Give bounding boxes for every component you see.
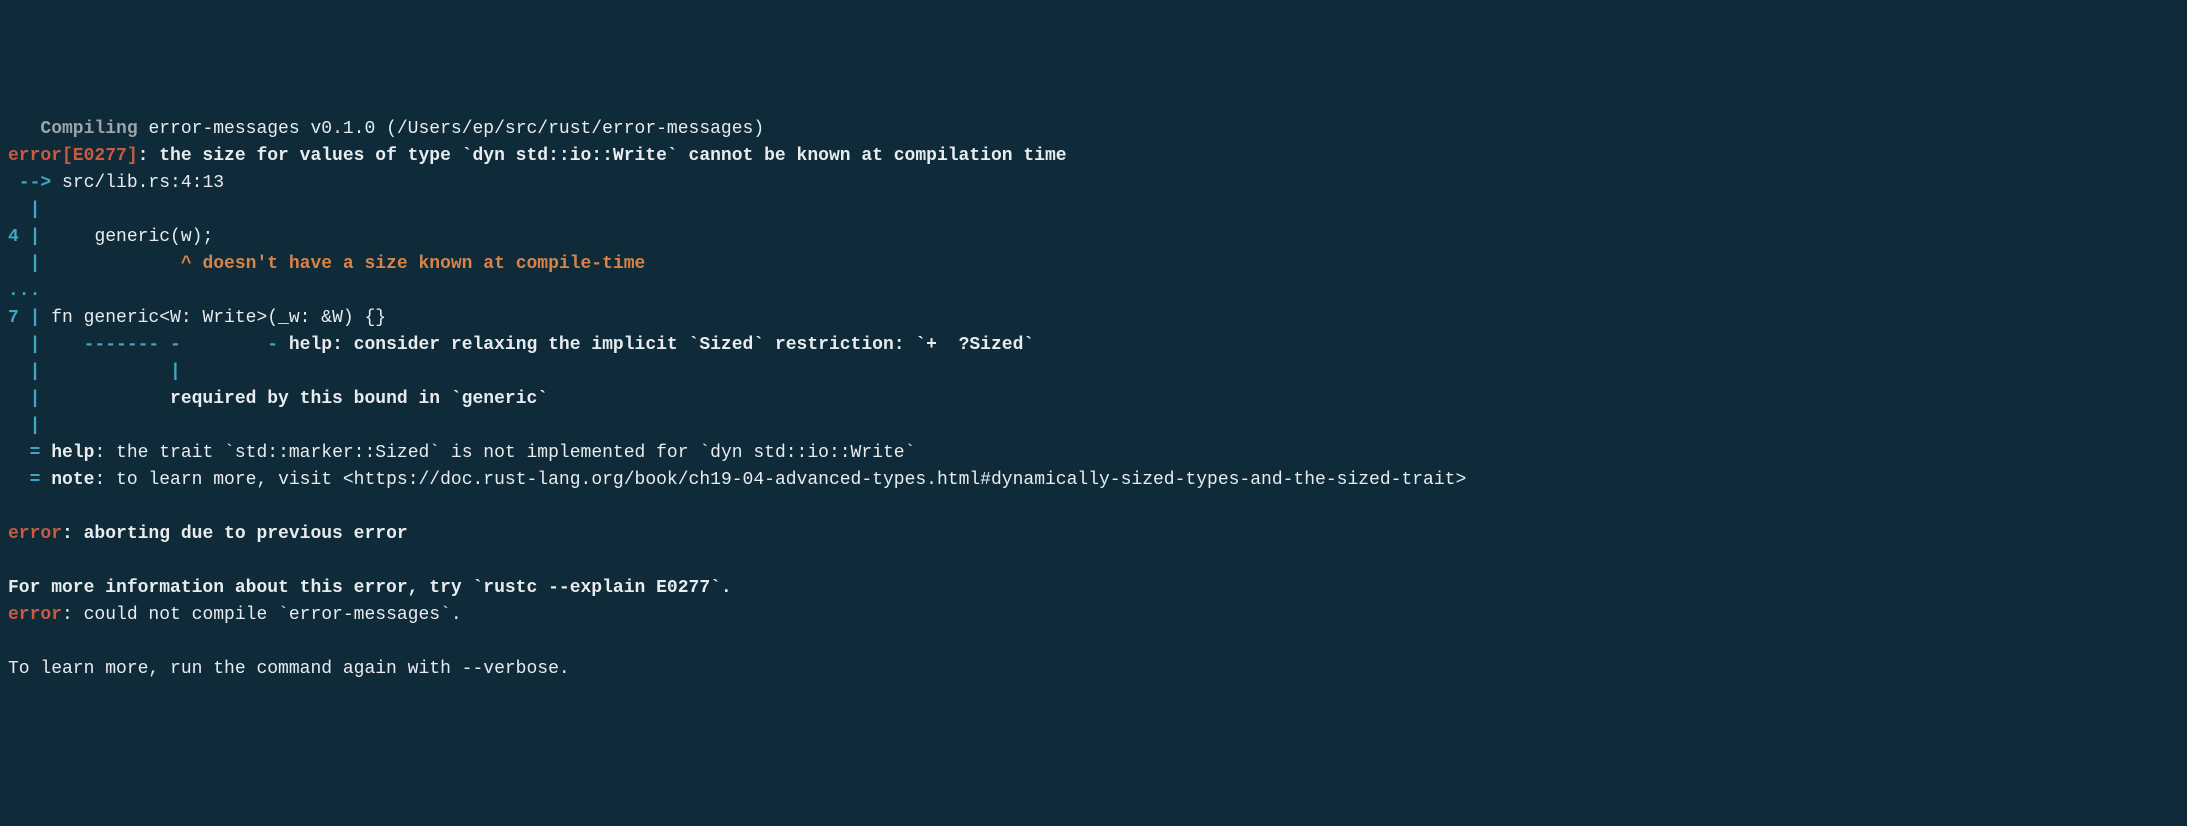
compile-fail-line: error: could not compile `error-messages… <box>8 605 462 625</box>
learn-more-line: To learn more, run the command again wit… <box>8 659 570 679</box>
gutter-pipe: | <box>8 200 40 220</box>
compiling-package: error-messages v0.1.0 (/Users/ep/src/rus… <box>148 119 764 139</box>
code-line-4: 4 | generic(w); <box>8 227 213 247</box>
gutter-pipe: | <box>8 254 181 274</box>
note-text: : to learn more, visit <https://doc.rust… <box>94 470 1466 490</box>
gutter-pipe: | <box>19 308 51 328</box>
abort-line: error: aborting due to previous error <box>8 524 408 544</box>
help-text: : the trait `std::marker::Sized` is not … <box>94 443 915 463</box>
line-number: 7 <box>8 308 19 328</box>
help-message: help: consider relaxing the implicit `Si… <box>289 335 1034 355</box>
ellipsis: ... <box>8 281 40 301</box>
error-label: error <box>8 524 62 544</box>
code-text: fn generic<W: Write>(_w: &W) {} <box>51 308 386 328</box>
code-line-7: 7 | fn generic<W: Write>(_w: &W) {} <box>8 308 386 328</box>
gutter-pipe: | <box>8 389 170 409</box>
help-label: help <box>51 443 94 463</box>
fail-message: : could not compile `error-messages`. <box>62 605 462 625</box>
underline-line: | ------- - - help: consider relaxing th… <box>8 335 1034 355</box>
underline-dashes: ------- - - <box>84 335 289 355</box>
bar-line: | | <box>8 362 181 382</box>
gutter-pipe: | <box>8 362 170 382</box>
gutter-pipe: | <box>8 416 40 436</box>
bar-icon: | <box>170 362 181 382</box>
required-line: | required by this bound in `generic` <box>8 389 548 409</box>
eq-icon: = <box>8 470 51 490</box>
required-message: required by this bound in `generic` <box>170 389 548 409</box>
location-arrow: --> <box>8 173 62 193</box>
gutter-pipe: | <box>8 335 84 355</box>
note-line: = note: to learn more, visit <https://do… <box>8 470 1466 490</box>
gutter-pipe: | <box>19 227 95 247</box>
note-label: note <box>51 470 94 490</box>
eq-icon: = <box>8 443 51 463</box>
code-text: generic(w); <box>94 227 213 247</box>
compiling-line: Compiling error-messages v0.1.0 (/Users/… <box>8 119 764 139</box>
error-label: error <box>8 605 62 625</box>
location-path: src/lib.rs:4:13 <box>62 173 224 193</box>
abort-message: : aborting due to previous error <box>62 524 408 544</box>
error-header-line: error[E0277]: the size for values of typ… <box>8 146 1067 166</box>
caret-icon: ^ <box>181 254 203 274</box>
line-number: 4 <box>8 227 19 247</box>
caret-message: doesn't have a size known at compile-tim… <box>202 254 645 274</box>
location-line: --> src/lib.rs:4:13 <box>8 173 224 193</box>
help-line: = help: the trait `std::marker::Sized` i… <box>8 443 915 463</box>
compiling-label: Compiling <box>8 119 138 139</box>
error-code: error[E0277] <box>8 146 138 166</box>
error-message: : the size for values of type `dyn std::… <box>138 146 1067 166</box>
caret-line: | ^ doesn't have a size known at compile… <box>8 254 645 274</box>
more-info-line: For more information about this error, t… <box>8 578 732 598</box>
terminal-output: Compiling error-messages v0.1.0 (/Users/… <box>8 116 2179 683</box>
